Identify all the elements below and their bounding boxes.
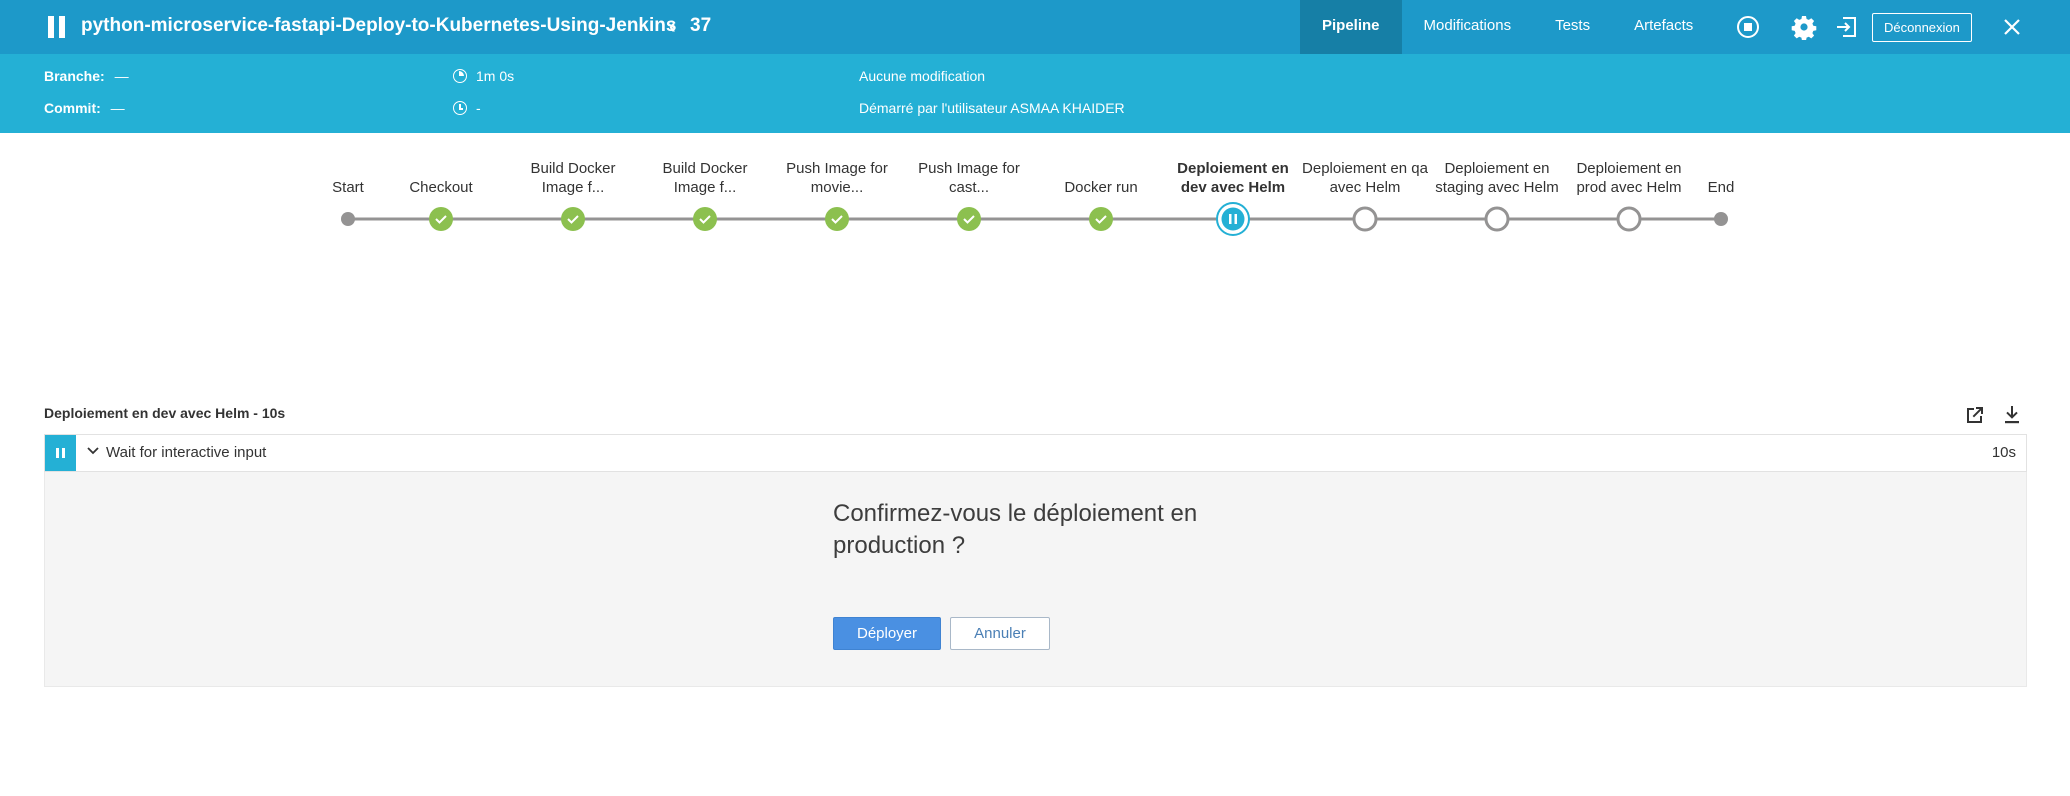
pause-status-icon <box>47 16 67 38</box>
stage-label-11[interactable]: End <box>1656 178 1786 197</box>
step-duration: 10s <box>1991 444 2016 461</box>
started-by-info: Démarré par l'utilisateur ASMAA KHAIDER <box>859 100 1125 116</box>
duration-value: 1m 0s <box>476 68 515 84</box>
stage-node-0 <box>341 212 355 226</box>
stage-node-3[interactable] <box>693 207 717 231</box>
logout-icon[interactable] <box>1834 14 1860 40</box>
clock-icon <box>453 101 467 115</box>
duration-info: 1m 0s <box>453 68 514 84</box>
stage-label-7[interactable]: Deploiement en dev avec Helm <box>1168 159 1298 197</box>
download-icon[interactable] <box>2000 403 2024 427</box>
stage-label-1[interactable]: Checkout <box>376 178 506 197</box>
stage-node-8[interactable] <box>1352 206 1378 232</box>
changes-info: Aucune modification <box>859 68 986 84</box>
chevron-left-icon[interactable]: ‹ <box>669 16 676 39</box>
stage-label-3[interactable]: Build Docker Image f... <box>640 159 770 197</box>
gear-icon[interactable] <box>1791 14 1817 40</box>
stage-node-10[interactable] <box>1616 206 1642 232</box>
top-header: python-microservice-fastapi-Deploy-to-Ku… <box>0 0 2070 54</box>
stage-node-2[interactable] <box>561 207 585 231</box>
stage-node-11 <box>1714 212 1728 226</box>
step-name[interactable]: Wait for interactive input <box>106 444 266 461</box>
pipeline-graph-svg <box>341 202 1728 236</box>
started-info: - <box>453 100 481 116</box>
stage-node-5[interactable] <box>957 207 981 231</box>
open-external-icon[interactable] <box>1963 403 1987 427</box>
job-title[interactable]: python-microservice-fastapi-Deploy-to-Ku… <box>81 15 676 37</box>
duration-icon <box>453 69 467 83</box>
tab-pipeline[interactable]: Pipeline <box>1300 0 1402 54</box>
stage-label-5[interactable]: Push Image for cast... <box>904 159 1034 197</box>
logout-button[interactable]: Déconnexion <box>1872 13 1972 42</box>
step-paused-icon <box>45 435 76 471</box>
stage-node-4[interactable] <box>825 207 849 231</box>
run-number: 37 <box>690 15 712 36</box>
chevron-down-icon[interactable] <box>86 444 100 458</box>
stage-node-9[interactable] <box>1484 206 1510 232</box>
input-request-panel: Confirmez-vous le déploiement en product… <box>44 472 2027 687</box>
header-tabs: Pipeline Modifications Tests Artefacts <box>1300 0 1715 54</box>
stage-label-8[interactable]: Deploiement en qa avec Helm <box>1300 159 1430 197</box>
started-value: - <box>476 100 481 116</box>
branch-label: Branche: <box>44 68 105 84</box>
input-question: Confirmez-vous le déploiement en product… <box>833 500 1198 559</box>
close-icon[interactable] <box>1999 14 2025 40</box>
stage-step-title: Deploiement en dev avec Helm - 10s <box>44 405 286 421</box>
stage-label-2[interactable]: Build Docker Image f... <box>508 159 638 197</box>
stage-node-7[interactable] <box>1216 202 1250 236</box>
stage-label-9[interactable]: Deploiement en staging avec Helm <box>1432 159 1562 197</box>
stage-node-6[interactable] <box>1089 207 1113 231</box>
branch-info: Branche: — <box>44 68 129 84</box>
tab-tests[interactable]: Tests <box>1533 0 1612 54</box>
tab-modifications[interactable]: Modifications <box>1402 0 1534 54</box>
stage-label-6[interactable]: Docker run <box>1036 178 1166 197</box>
pipeline-graph: Start Checkout Build Docker Image f... Buil… <box>0 133 2070 273</box>
branch-value: — <box>114 68 129 84</box>
step-row[interactable]: Wait for interactive input 10s <box>44 434 2027 472</box>
tab-artefacts[interactable]: Artefacts <box>1612 0 1715 54</box>
commit-info: Commit: — <box>44 100 125 116</box>
run-info-bar: Branche: — Commit: — 1m 0s - Aucune modi… <box>0 54 2070 133</box>
stage-node-1[interactable] <box>429 207 453 231</box>
proceed-button[interactable]: Déployer <box>833 617 941 650</box>
commit-label: Commit: <box>44 100 101 116</box>
abort-button[interactable]: Annuler <box>950 617 1050 650</box>
commit-value: — <box>110 100 125 116</box>
stage-label-4[interactable]: Push Image for movie... <box>772 159 902 197</box>
stop-icon[interactable] <box>1735 14 1761 40</box>
